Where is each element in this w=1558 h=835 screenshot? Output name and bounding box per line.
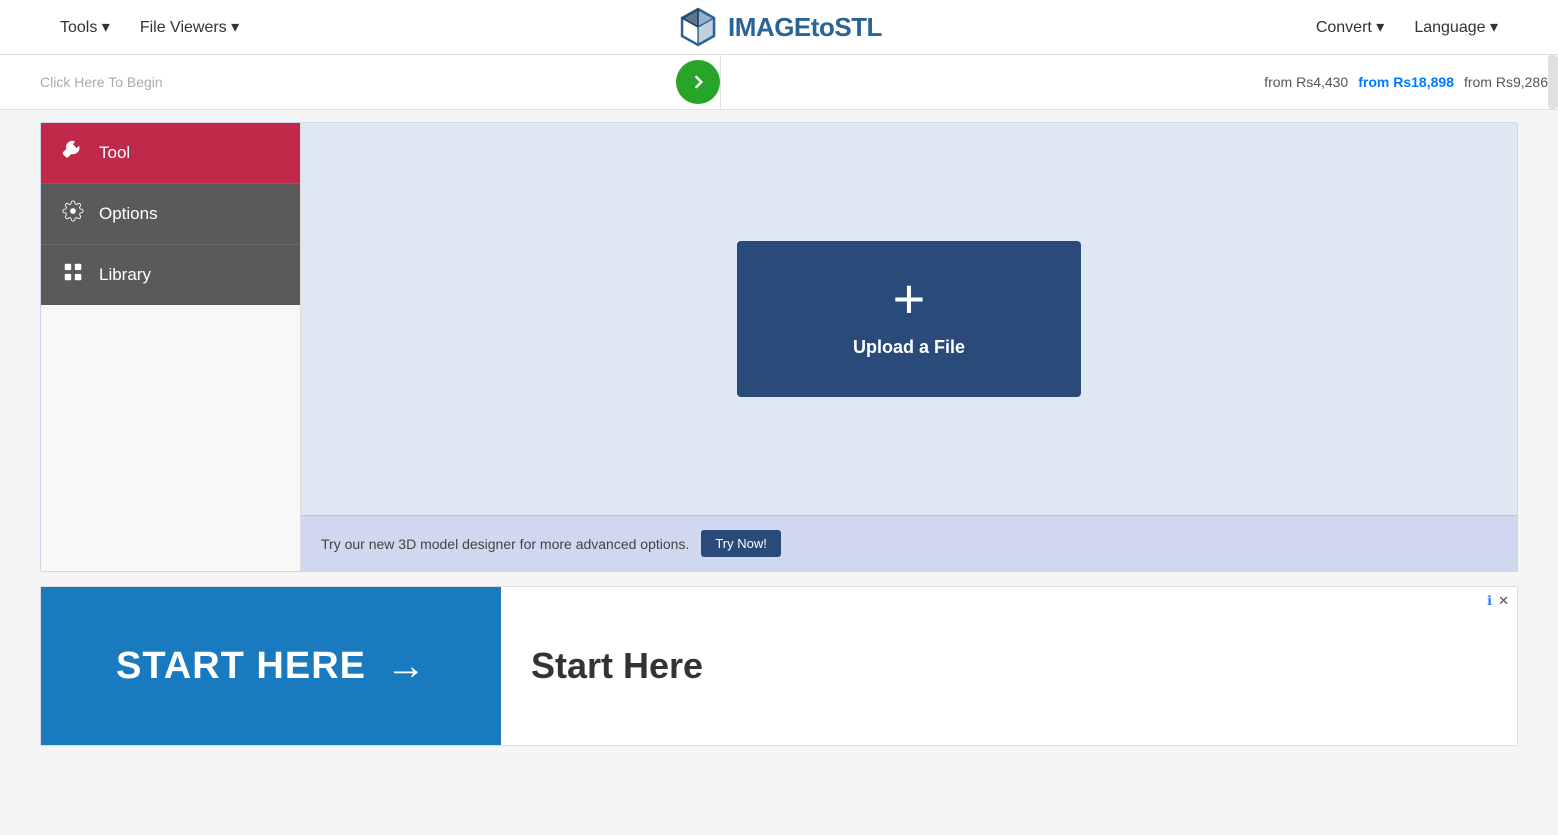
ad-start-inner: START HERE → [41,587,501,745]
library-tab-label: Library [99,265,151,285]
logo-cube-icon [676,5,720,49]
sidebar-tab-tool[interactable]: Tool [41,123,300,184]
price-1: from Rs4,430 [1264,74,1348,90]
footer-text: Try our new 3D model designer for more a… [321,536,689,552]
ad-area: ℹ ✕ START HERE → Start Here [40,586,1518,746]
ad-start-button-area[interactable]: START HERE → [41,587,501,745]
ad-info-bar: ℹ ✕ [1487,593,1509,609]
banner-click-text: Click Here To Begin [40,74,163,90]
gear-icon [61,200,85,228]
ad-start-arrow-icon: → [386,644,426,689]
workspace-footer: Try our new 3D model designer for more a… [301,515,1517,571]
header: Tools ▾ File Viewers ▾ IMAGEtoSTL Conver… [0,0,1558,55]
convert-menu[interactable]: Convert ▾ [1316,17,1385,37]
banner-prices: from Rs4,430 from Rs18,898 from Rs9,286 [720,55,1558,109]
upload-area: + Upload a File [301,123,1517,515]
arrow-right-icon [688,72,708,92]
header-nav-left: Tools ▾ File Viewers ▾ [60,17,239,37]
options-tab-label: Options [99,204,158,224]
banner-arrow-button[interactable] [676,60,720,104]
sidebar-tab-library[interactable]: Library [41,245,300,305]
ad-right-content: Start Here [501,587,1517,745]
file-viewers-menu[interactable]: File Viewers ▾ [140,17,239,37]
header-logo[interactable]: IMAGEtoSTL [676,5,882,49]
language-menu[interactable]: Language ▾ [1414,17,1498,37]
library-icon [61,261,85,289]
workspace: + Upload a File Try our new 3D model des… [301,123,1517,571]
sidebar-tab-options[interactable]: Options [41,184,300,245]
wrench-icon [61,139,85,167]
tool-tab-label: Tool [99,143,130,163]
tools-menu[interactable]: Tools ▾ [60,17,110,37]
price-2: from Rs18,898 [1358,74,1454,90]
tool-panel: Tool Options [40,122,1518,572]
upload-label: Upload a File [853,337,965,358]
try-now-button[interactable]: Try Now! [701,530,781,557]
banner-strip: Click Here To Begin from Rs4,430 from Rs… [0,55,1558,110]
header-nav-right: Convert ▾ Language ▾ [1316,17,1498,37]
upload-button[interactable]: + Upload a File [737,241,1081,397]
main-content: Tool Options [0,110,1558,758]
ad-close-icon[interactable]: ✕ [1498,593,1509,609]
ad-start-text: START HERE [116,645,366,688]
ad-info-icon[interactable]: ℹ [1487,593,1492,609]
banner-scrollbar[interactable] [1548,55,1558,109]
logo-text: IMAGEtoSTL [728,12,882,43]
plus-icon: + [893,271,926,327]
price-3: from Rs9,286 [1464,74,1548,90]
sidebar: Tool Options [41,123,301,571]
ad-right-title: Start Here [531,645,1487,687]
banner-left: Click Here To Begin [40,60,720,104]
